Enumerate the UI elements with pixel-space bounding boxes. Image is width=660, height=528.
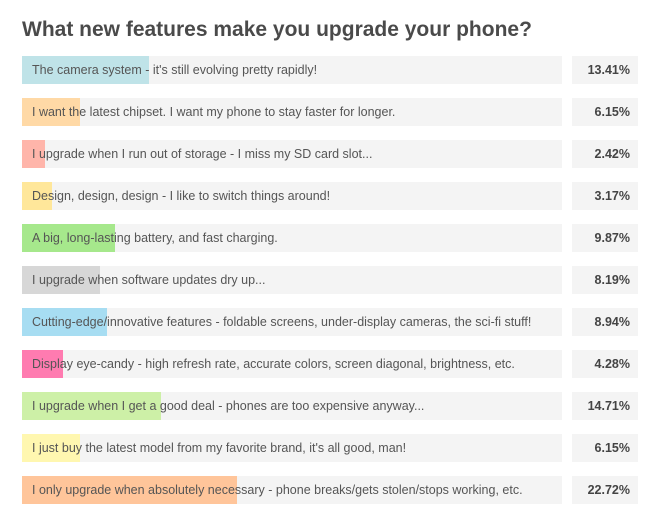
poll-percent: 6.15% (572, 98, 638, 126)
poll-row: I upgrade when software updates dry up..… (22, 266, 638, 294)
poll-container: What new features make you upgrade your … (0, 0, 660, 528)
poll-bar[interactable]: I only upgrade when absolutely necessary… (22, 476, 562, 504)
poll-option-label: Cutting-edge/innovative features - folda… (32, 308, 531, 336)
poll-option-label: I upgrade when software updates dry up..… (32, 266, 265, 294)
poll-bar[interactable]: Cutting-edge/innovative features - folda… (22, 308, 562, 336)
poll-percent: 13.41% (572, 56, 638, 84)
poll-row: Display eye-candy - high refresh rate, a… (22, 350, 638, 378)
poll-percent: 6.15% (572, 434, 638, 462)
poll-option-label: A big, long-lasting battery, and fast ch… (32, 224, 278, 252)
poll-bar[interactable]: I upgrade when software updates dry up..… (22, 266, 562, 294)
poll-percent: 8.94% (572, 308, 638, 336)
poll-row: I want the latest chipset. I want my pho… (22, 98, 638, 126)
poll-option-label: Display eye-candy - high refresh rate, a… (32, 350, 515, 378)
poll-bar[interactable]: I upgrade when I run out of storage - I … (22, 140, 562, 168)
poll-row: The camera system - it's still evolving … (22, 56, 638, 84)
poll-percent: 4.28% (572, 350, 638, 378)
poll-bar[interactable]: I want the latest chipset. I want my pho… (22, 98, 562, 126)
poll-bar[interactable]: A big, long-lasting battery, and fast ch… (22, 224, 562, 252)
poll-row: I just buy the latest model from my favo… (22, 434, 638, 462)
poll-option-label: The camera system - it's still evolving … (32, 56, 317, 84)
poll-percent: 8.19% (572, 266, 638, 294)
poll-option-label: I upgrade when I get a good deal - phone… (32, 392, 424, 420)
poll-option-label: I only upgrade when absolutely necessary… (32, 476, 523, 504)
poll-bar[interactable]: I just buy the latest model from my favo… (22, 434, 562, 462)
poll-bar[interactable]: Display eye-candy - high refresh rate, a… (22, 350, 562, 378)
poll-percent: 2.42% (572, 140, 638, 168)
poll-option-label: I upgrade when I run out of storage - I … (32, 140, 372, 168)
poll-percent: 22.72% (572, 476, 638, 504)
poll-percent: 9.87% (572, 224, 638, 252)
poll-bars: The camera system - it's still evolving … (22, 56, 638, 504)
poll-bar[interactable]: The camera system - it's still evolving … (22, 56, 562, 84)
poll-title: What new features make you upgrade your … (22, 18, 638, 42)
poll-row: A big, long-lasting battery, and fast ch… (22, 224, 638, 252)
poll-row: I only upgrade when absolutely necessary… (22, 476, 638, 504)
poll-percent: 3.17% (572, 182, 638, 210)
poll-percent: 14.71% (572, 392, 638, 420)
poll-option-label: Design, design, design - I like to switc… (32, 182, 330, 210)
poll-row: Design, design, design - I like to switc… (22, 182, 638, 210)
poll-bar[interactable]: Design, design, design - I like to switc… (22, 182, 562, 210)
poll-row: Cutting-edge/innovative features - folda… (22, 308, 638, 336)
poll-option-label: I want the latest chipset. I want my pho… (32, 98, 395, 126)
poll-option-label: I just buy the latest model from my favo… (32, 434, 406, 462)
poll-row: I upgrade when I run out of storage - I … (22, 140, 638, 168)
poll-bar[interactable]: I upgrade when I get a good deal - phone… (22, 392, 562, 420)
poll-row: I upgrade when I get a good deal - phone… (22, 392, 638, 420)
